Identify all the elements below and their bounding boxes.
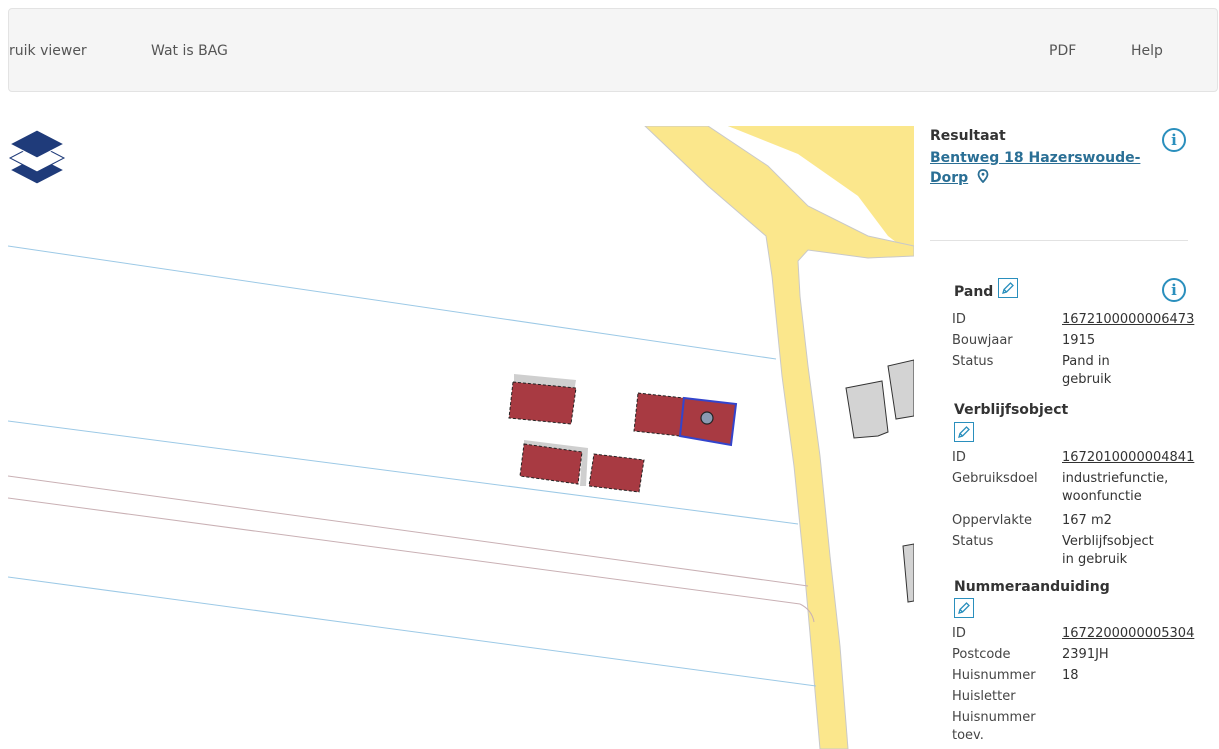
row-label: Status [952, 354, 994, 369]
parcel-line [8, 475, 809, 587]
building[interactable] [508, 381, 577, 425]
building[interactable] [588, 453, 645, 493]
info-icon[interactable]: i [1162, 128, 1186, 152]
row-value: 167 m2 [1062, 513, 1112, 528]
nummeraanduiding-row-toevoeging: Huisnummer toev. [952, 710, 1219, 746]
result-panel: Resultaat i Bentweg 18 Hazerswoude- Dorp… [922, 126, 1219, 749]
verblijfsobject-id-link[interactable]: 1672010000004841 [1062, 450, 1194, 466]
row-value: woonfunctie [1062, 489, 1142, 504]
pand-row-id: ID 1672100000006473 [952, 312, 1219, 328]
row-label: Huisnummer [952, 668, 1036, 683]
row-label: ID [952, 626, 966, 641]
pencil-icon [958, 426, 970, 438]
verblijfsobject-row-oppervlakte: Oppervlakte 167 m2 [952, 513, 1219, 529]
top-navbar: ruik viewer Wat is BAG PDF Help [8, 8, 1218, 92]
row-label: ID [952, 450, 966, 465]
nav-link-help[interactable]: Help [1131, 43, 1163, 59]
nummeraanduiding-row-postcode: Postcode 2391JH [952, 647, 1219, 663]
row-label: toev. [952, 728, 984, 743]
row-value: 18 [1062, 668, 1079, 683]
building[interactable] [633, 392, 685, 437]
row-label: Oppervlakte [952, 513, 1032, 528]
address-link[interactable]: Bentweg 18 Hazerswoude- Dorp [930, 148, 1140, 188]
info-icon[interactable]: i [1162, 278, 1186, 302]
map-viewer[interactable] [8, 126, 914, 749]
verblijfsobject-title: Verblijfsobject [954, 402, 1069, 418]
edit-nummeraanduiding-button[interactable] [954, 598, 974, 618]
pencil-icon [1002, 282, 1014, 294]
row-label: Bouwjaar [952, 333, 1013, 348]
address-line-2[interactable]: Dorp [930, 170, 968, 186]
pencil-icon [958, 602, 970, 614]
verblijfsobject-row-id: ID 1672010000004841 [952, 450, 1219, 466]
divider [930, 240, 1188, 241]
edit-verblijfsobject-button[interactable] [954, 422, 974, 442]
row-label: ID [952, 312, 966, 327]
verblijfsobject-row-status: Status Verblijfsobject in gebruik [952, 534, 1219, 568]
building-other[interactable] [845, 380, 889, 439]
address-marker-icon[interactable] [700, 411, 714, 425]
pand-id-link[interactable]: 1672100000006473 [1062, 312, 1194, 328]
building-other[interactable] [902, 543, 914, 603]
row-value: 2391JH [1062, 647, 1109, 662]
nummeraanduiding-row-huisnummer: Huisnummer 18 [952, 668, 1219, 684]
row-value: industriefunctie, [1062, 471, 1169, 486]
nav-link-wat-is-bag[interactable]: Wat is BAG [151, 43, 228, 59]
parcel-line [8, 497, 801, 605]
layers-icon[interactable] [8, 126, 66, 190]
row-label: Gebruiksdoel [952, 471, 1038, 486]
row-value: in gebruik [1062, 552, 1128, 567]
parcel-line [8, 576, 817, 687]
row-label: Status [952, 534, 994, 549]
row-value: 1915 [1062, 333, 1096, 348]
verblijfsobject-row-gebruiksdoel: Gebruiksdoel industriefunctie, woonfunct… [952, 471, 1219, 505]
row-label: Postcode [952, 647, 1011, 662]
result-heading: Resultaat [930, 128, 1006, 144]
edit-pand-button[interactable] [998, 278, 1018, 298]
map-canvas[interactable] [8, 126, 914, 749]
row-value: gebruik [1062, 372, 1112, 387]
row-label: Huisletter [952, 689, 1016, 704]
row-label: Huisnummer [952, 710, 1036, 725]
address-line-1[interactable]: Bentweg 18 Hazerswoude- [930, 150, 1140, 166]
nummeraanduiding-row-id: ID 1672200000005304 [952, 626, 1219, 642]
pand-title: Pand [954, 284, 994, 300]
map-marker-icon[interactable] [977, 169, 989, 184]
row-value: Pand in [1062, 354, 1110, 369]
nav-link-pdf[interactable]: PDF [1049, 43, 1076, 59]
nummeraanduiding-title: Nummeraanduiding [954, 579, 1110, 595]
building-other[interactable] [887, 359, 914, 420]
parcel-line [8, 245, 777, 360]
nummeraanduiding-id-link[interactable]: 1672200000005304 [1062, 626, 1194, 642]
nav-link-gebruik-viewer[interactable]: ruik viewer [9, 43, 87, 59]
nummeraanduiding-row-huisletter: Huisletter [952, 689, 1219, 705]
pand-row-status: Status Pand in gebruik [952, 354, 1219, 388]
row-value: Verblijfsobject [1062, 534, 1154, 549]
pand-row-bouwjaar: Bouwjaar 1915 [952, 333, 1219, 349]
